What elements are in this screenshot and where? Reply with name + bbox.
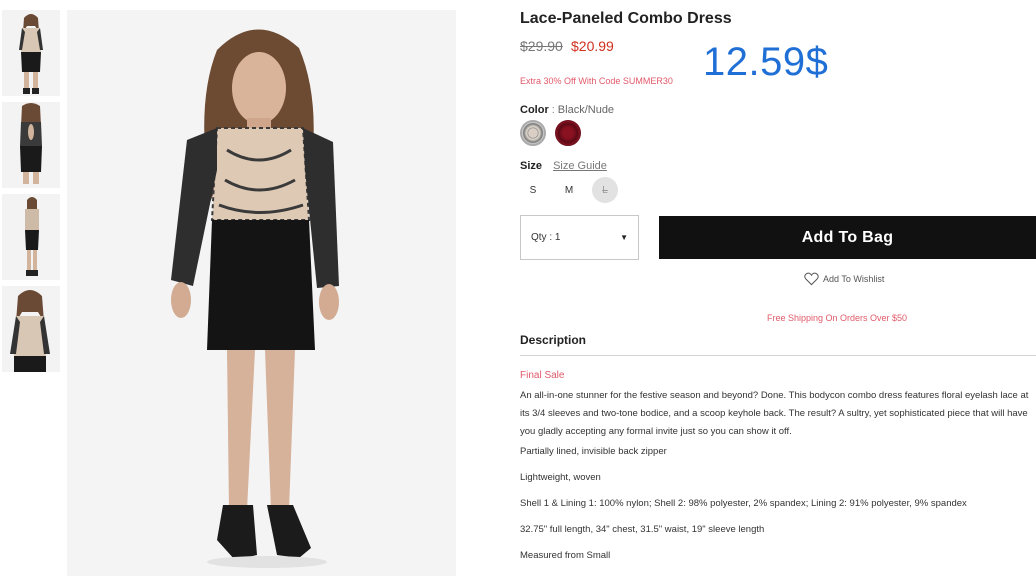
size-guide-link[interactable]: Size Guide: [553, 160, 607, 172]
product-info-panel: Lace-Paneled Combo Dress $29.90 $20.99 1…: [520, 0, 1036, 576]
size-option-l[interactable]: L: [592, 177, 618, 203]
thumbnail-detail-image: [2, 286, 60, 372]
red-swatch[interactable]: [555, 120, 581, 146]
color-selector-label: Color: Black/Nude: [520, 104, 614, 116]
detail-lining: Partially lined, invisible back zipper: [520, 446, 667, 457]
size-option-s[interactable]: S: [520, 177, 546, 203]
overlay-price-annotation: 12.59$: [703, 40, 829, 84]
original-price: $29.90: [520, 38, 563, 54]
model-photo: [67, 10, 456, 576]
product-title: Lace-Paneled Combo Dress: [520, 10, 732, 27]
thumbnail-front-image: [2, 10, 60, 96]
quantity-value: Qty : 1: [531, 232, 561, 243]
detail-fabric: Shell 1 & Lining 1: 100% nylon; Shell 2:…: [520, 498, 967, 509]
final-sale-label: Final Sale: [520, 370, 565, 381]
wishlist-label: Add To Wishlist: [823, 274, 885, 284]
size-selector-label: Size Size Guide: [520, 160, 607, 172]
detail-measured-from: Measured from Small: [520, 550, 611, 561]
sale-price: $20.99: [571, 38, 614, 54]
color-value: Black/Nude: [557, 104, 615, 116]
size-label: Size: [520, 160, 543, 172]
thumbnail-side[interactable]: [2, 194, 60, 280]
thumbnail-detail[interactable]: [2, 286, 60, 372]
description-body: An all-in-one stunner for the festive se…: [520, 390, 1029, 437]
heart-icon: [804, 272, 819, 286]
free-shipping-banner: Free Shipping On Orders Over $50: [767, 313, 908, 323]
promo-code-text: Extra 30% Off With Code SUMMER30: [520, 76, 673, 86]
color-swatches: [520, 120, 581, 146]
color-label: Color: [520, 104, 549, 116]
black-nude-swatch[interactable]: [520, 120, 546, 146]
description-divider: [520, 355, 1036, 356]
thumbnail-front[interactable]: [2, 10, 60, 96]
main-product-image[interactable]: [67, 10, 456, 576]
add-to-wishlist-link[interactable]: Add To Wishlist: [804, 272, 884, 286]
description-heading: Description: [520, 333, 587, 347]
detail-measurements: 32.75" full length, 34" chest, 31.5" wai…: [520, 524, 765, 535]
size-options: S M L: [520, 177, 628, 203]
thumbnail-list: [2, 10, 60, 378]
color-separator: :: [551, 104, 555, 116]
caret-down-icon: ▼: [620, 233, 628, 242]
add-to-bag-button[interactable]: Add To Bag: [659, 216, 1036, 259]
detail-weight: Lightweight, woven: [520, 472, 601, 483]
thumbnail-side-image: [2, 194, 60, 280]
size-option-m[interactable]: M: [556, 177, 582, 203]
thumbnail-back-image: [2, 102, 60, 188]
thumbnail-back[interactable]: [2, 102, 60, 188]
quantity-select[interactable]: Qty : 1 ▼: [520, 215, 639, 260]
